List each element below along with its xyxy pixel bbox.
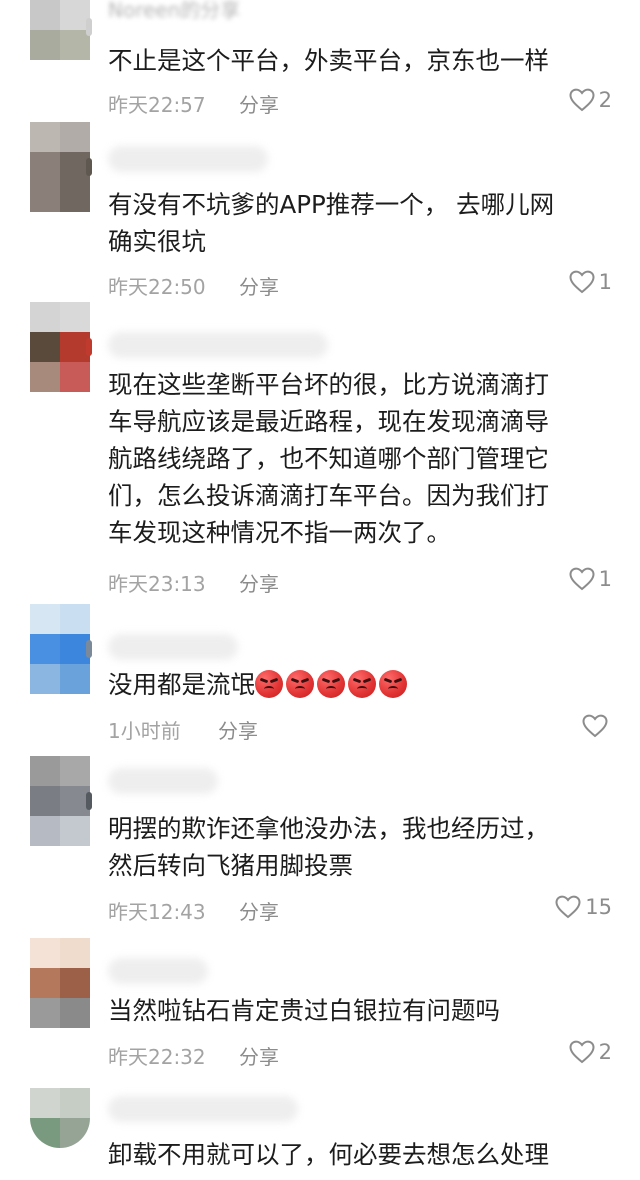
comment-text-line: 确实很坑 [108,227,206,256]
heart-icon [569,1040,595,1064]
comment-text-line: 航路线绕路了，也不知道哪个部门管理它 [108,444,549,473]
avatar-badge-icon [86,792,92,810]
like-count: 15 [585,895,612,919]
username[interactable] [108,332,328,358]
username[interactable] [108,1096,298,1122]
comment-text-line: 现在这些垄断平台坏的很，比方说滴滴打 [108,370,549,399]
heart-icon [569,88,595,112]
heart-icon [555,895,581,919]
avatar-badge-icon [86,640,92,658]
comment-text: 没用都是流氓 [108,666,608,703]
comment-text: 有没有不坑爹的APP推荐一个， 去哪儿网 确实很坑 [108,186,608,260]
reply-button[interactable]: 分享 [239,1041,279,1070]
comment-text-line: 卸载不用就可以了，何必要去想怎么处理 [108,1140,549,1169]
angry-face-icon [348,670,376,698]
comment-text-line: 然后转向飞猪用脚投票 [108,851,353,880]
comment-text: 不止是这个平台，外卖平台，京东也一样 [108,42,608,79]
comment-time: 昨天12:43 [108,900,206,924]
like-count: 2 [598,88,612,112]
comment-text-line: 车导航应该是最近路程，现在发现滴滴导 [108,407,549,436]
angry-face-icon [379,670,407,698]
comment-time: 1小时前 [108,719,181,743]
avatar[interactable] [30,938,90,1028]
comment-text-line: 有没有不坑爹的APP推荐一个， 去哪儿网 [108,190,555,219]
comment-item: 当然啦钻石肯定贵过白银拉有问题吗 昨天22:32 分享 2 [0,938,640,1084]
like-count: 1 [598,270,612,294]
comment-meta: 昨天23:13 分享 [108,568,279,597]
comment-text: 明摆的欺诈还拿他没办法，我也经历过， 然后转向飞猪用脚投票 [108,810,608,884]
username[interactable]: Noreen的分享 [108,0,240,23]
comment-time: 昨天22:50 [108,275,206,299]
comment-meta: 昨天22:32 分享 [108,1041,279,1070]
comment-item: Noreen的分享 不止是这个平台，外卖平台，京东也一样 昨天22:57 分享 … [0,0,640,128]
comment-meta: 昨天22:50 分享 [108,271,279,300]
avatar[interactable] [30,302,90,392]
like-button[interactable]: 1 [569,567,612,591]
avatar[interactable] [30,604,90,694]
comment-item: 现在这些垄断平台坏的很，比方说滴滴打 车导航应该是最近路程，现在发现滴滴导 航路… [0,302,640,602]
comment-item: 有没有不坑爹的APP推荐一个， 去哪儿网 确实很坑 昨天22:50 分享 1 [0,122,640,302]
like-button[interactable] [582,714,612,738]
like-count: 1 [598,567,612,591]
reply-button[interactable]: 分享 [239,271,279,300]
avatar[interactable] [30,0,90,60]
avatar-badge-icon [86,18,92,36]
comment-meta: 昨天22:57 分享 [108,89,279,118]
comment-text-line: 当然啦钻石肯定贵过白银拉有问题吗 [108,996,500,1025]
avatar[interactable] [30,1088,90,1148]
username[interactable] [108,146,268,172]
username[interactable] [108,958,208,984]
avatar[interactable] [30,756,90,846]
comment-meta: 昨天12:43 分享 [108,896,279,925]
angry-face-icon [286,670,314,698]
comment-text-line: 车发现这种情况不指一两次了。 [108,518,451,547]
reply-button[interactable]: 分享 [239,896,279,925]
comment-meta: 1小时前 分享 [108,715,258,744]
comment-item: 卸载不用就可以了，何必要去想怎么处理 [0,1088,640,1180]
avatar-badge-icon [86,338,92,356]
angry-emoji-row [255,670,410,699]
username[interactable] [108,634,238,660]
reply-button[interactable]: 分享 [218,715,258,744]
like-button[interactable]: 2 [569,88,612,112]
like-count: 2 [598,1040,612,1064]
comment-text: 现在这些垄断平台坏的很，比方说滴滴打 车导航应该是最近路程，现在发现滴滴导 航路… [108,366,608,551]
avatar-badge-icon [86,158,92,176]
username[interactable] [108,768,218,794]
like-button[interactable]: 2 [569,1040,612,1064]
like-button[interactable]: 15 [555,895,612,919]
comment-text: 卸载不用就可以了，何必要去想怎么处理 [108,1136,608,1173]
reply-button[interactable]: 分享 [239,568,279,597]
reply-button[interactable]: 分享 [239,89,279,118]
heart-icon [569,270,595,294]
comment-text-line: 们，怎么投诉滴滴打车平台。因为我们打 [108,481,549,510]
comment-text-line: 没用都是流氓 [108,670,255,699]
comment-text-line: 不止是这个平台，外卖平台，京东也一样 [108,46,549,75]
comment-item: 没用都是流氓 1小时前 分享 [0,604,640,750]
heart-icon [582,714,608,738]
comment-time: 昨天22:57 [108,93,206,117]
avatar[interactable] [30,122,90,212]
angry-face-icon [317,670,345,698]
like-button[interactable]: 1 [569,270,612,294]
comment-item: 明摆的欺诈还拿他没办法，我也经历过， 然后转向飞猪用脚投票 昨天12:43 分享… [0,756,640,936]
heart-icon [569,567,595,591]
comment-text: 当然啦钻石肯定贵过白银拉有问题吗 [108,992,608,1029]
comment-time: 昨天22:32 [108,1045,206,1069]
angry-face-icon [255,670,283,698]
comment-text-line: 明摆的欺诈还拿他没办法，我也经历过， [108,814,549,843]
comment-time: 昨天23:13 [108,572,206,596]
